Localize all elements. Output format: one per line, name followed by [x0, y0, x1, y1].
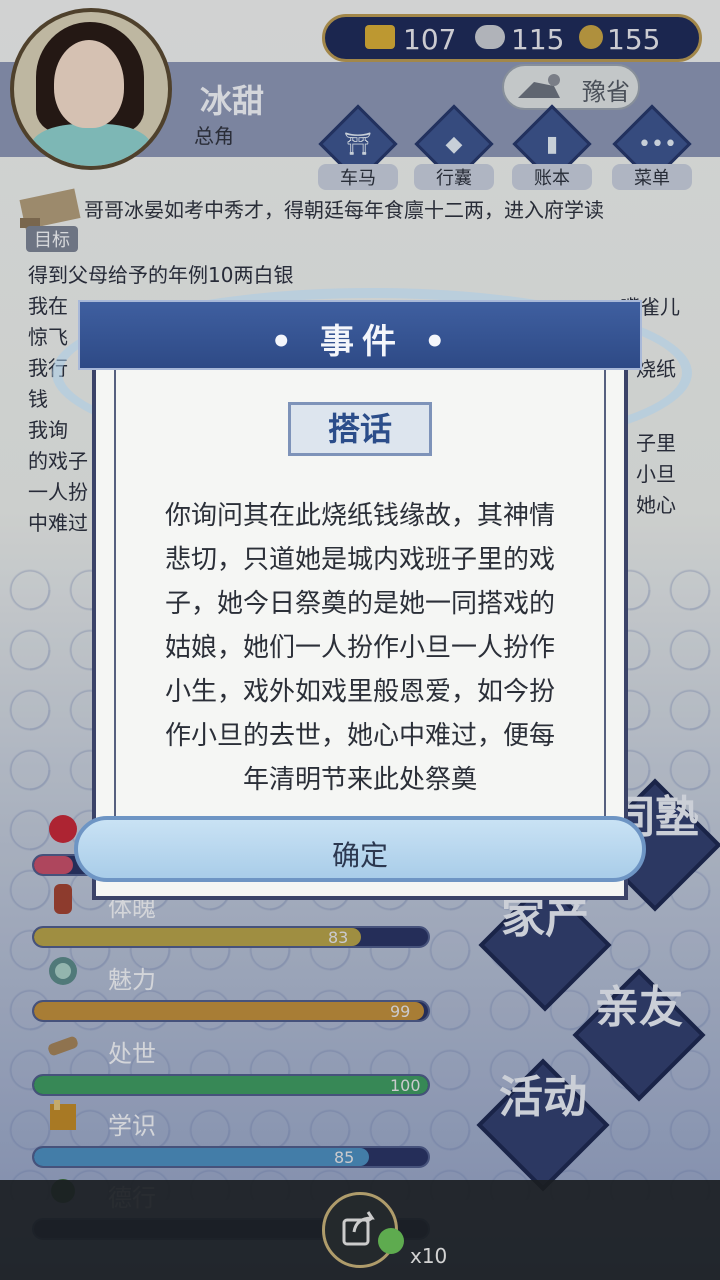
dialog-body-line: 姑娘，她们一人扮作小旦一人扮作	[164, 633, 555, 663]
dialog-body: 你询问其在此烧纸钱缘故，其神情 悲切，只道她是城内戏班子里的戏 子，她今日祭奠的…	[140, 494, 580, 802]
dialog-body-line: 小生，戏外如戏里般恩爱，如今扮	[164, 677, 555, 707]
dialog-subtitle: 搭话	[327, 410, 392, 448]
dialog-body-line: 年清明节来此处祭奠	[242, 765, 477, 795]
dialog-body-line: 作小旦的去世，她心中难过，便每	[164, 721, 555, 751]
dialog-title: • 事件 •	[270, 322, 454, 362]
event-dialog: • 事件 • 搭话 你询问其在此烧纸钱缘故，其神情 悲切，只道她是城内戏班子里的…	[52, 288, 692, 910]
dialog-body-line: 你询问其在此烧纸钱缘故，其神情	[164, 501, 555, 531]
dialog-body-line: 子，她今日祭奠的是她一同搭戏的	[164, 589, 555, 619]
confirm-button[interactable]: 确定	[74, 816, 646, 882]
confirm-label: 确定	[331, 839, 388, 872]
dialog-body-line: 悲切，只道她是城内戏班子里的戏	[164, 545, 555, 575]
dialog-header: • 事件 •	[78, 300, 642, 370]
dialog-subtitle-badge: 搭话	[278, 398, 442, 460]
